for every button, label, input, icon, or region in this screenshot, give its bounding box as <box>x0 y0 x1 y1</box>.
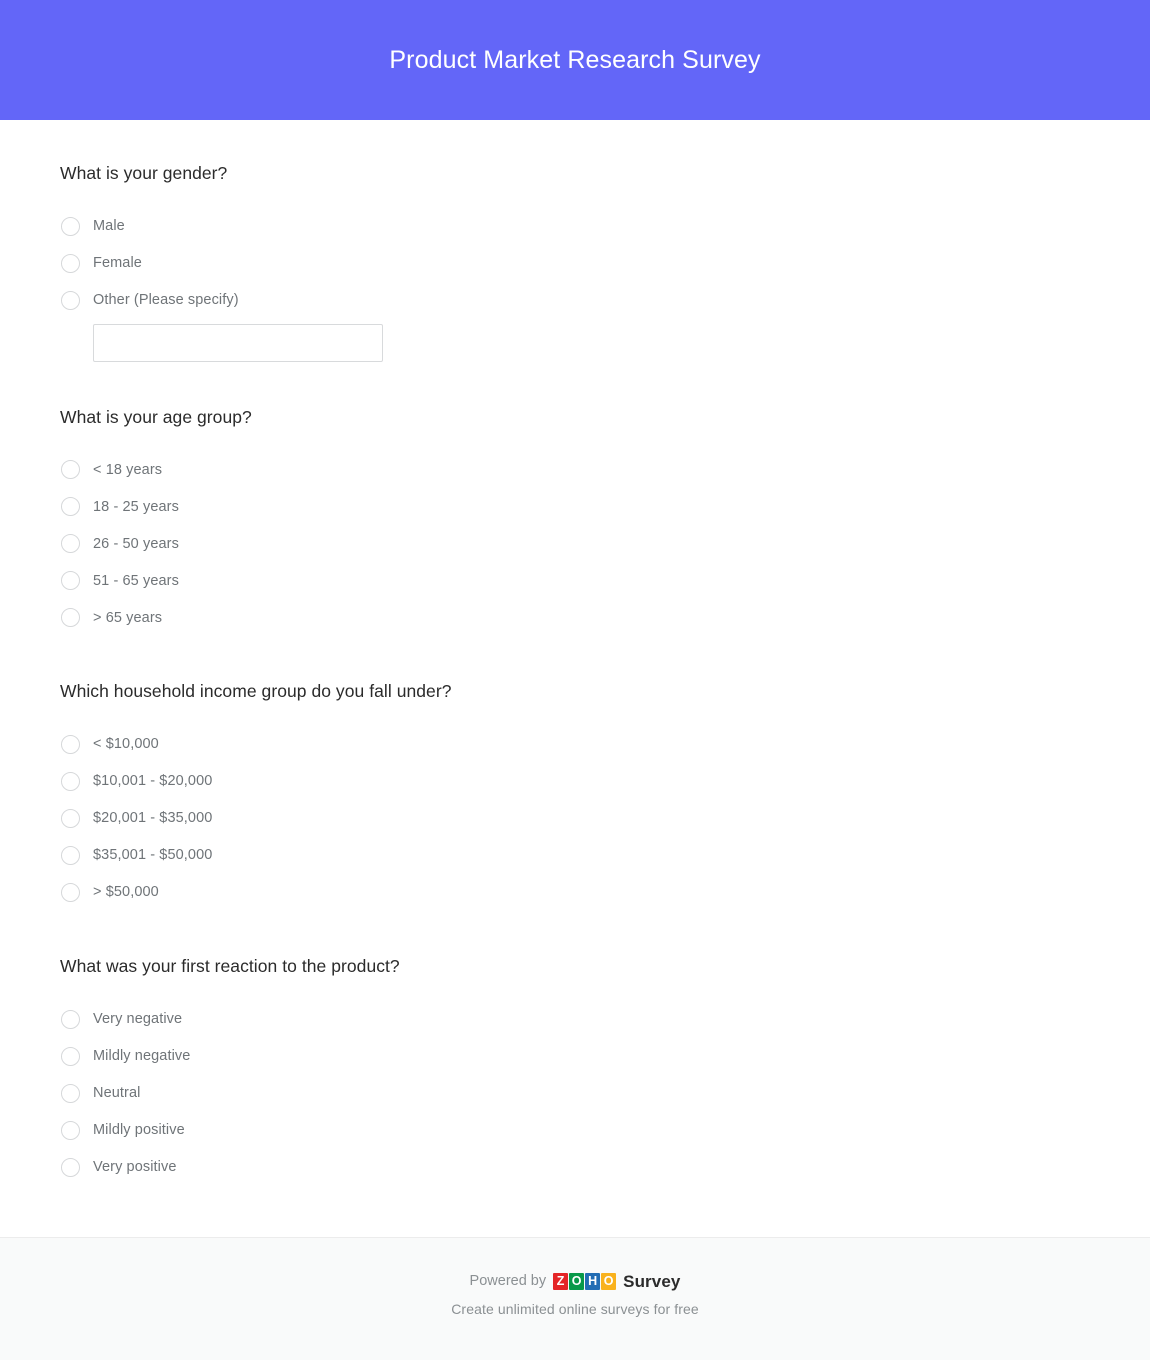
option-income-over-50k[interactable]: > $50,000 <box>60 874 1090 911</box>
option-gender-male[interactable]: Male <box>60 208 1090 245</box>
question-title: What is your gender? <box>60 163 228 183</box>
zoho-logo-tile-h: H <box>585 1273 601 1290</box>
radio-icon[interactable] <box>61 1009 80 1029</box>
option-label: < 18 years <box>93 461 163 478</box>
radio-icon[interactable] <box>61 608 80 628</box>
survey-footer: Powered by Z O H O Survey Create unlimit… <box>0 1237 1150 1360</box>
options-list-household-income: < $10,000 $10,001 - $20,000 $20,001 - $3… <box>60 726 1090 911</box>
option-income-20k-35k[interactable]: $20,001 - $35,000 <box>60 800 1090 837</box>
radio-icon[interactable] <box>61 882 80 902</box>
option-label: Mildly positive <box>93 1121 185 1138</box>
option-age-over-65[interactable]: > 65 years <box>60 599 1090 636</box>
option-label: Neutral <box>93 1084 141 1101</box>
zoho-logo-tile-z: Z <box>553 1273 569 1290</box>
powered-by-label: Powered by <box>469 1273 547 1290</box>
option-label: Mildly negative <box>93 1047 191 1064</box>
option-reaction-very-positive[interactable]: Very positive <box>60 1149 1090 1186</box>
option-reaction-very-negative[interactable]: Very negative <box>60 1001 1090 1038</box>
option-income-35k-50k[interactable]: $35,001 - $50,000 <box>60 837 1090 874</box>
question-title: What was your first reaction to the prod… <box>60 955 400 976</box>
footer-tagline: Create unlimited online surveys for free <box>451 1301 699 1317</box>
option-income-10k-20k[interactable]: $10,001 - $20,000 <box>60 763 1090 800</box>
option-age-under-18[interactable]: < 18 years <box>60 451 1090 488</box>
other-input-wrapper <box>60 323 1090 362</box>
radio-icon[interactable] <box>61 290 80 310</box>
option-label: 51 - 65 years <box>93 572 179 589</box>
survey-header: Product Market Research Survey <box>0 0 1150 120</box>
radio-icon[interactable] <box>61 808 80 828</box>
question-title: Which household income group do you fall… <box>60 681 452 702</box>
radio-icon[interactable] <box>61 534 80 554</box>
zoho-logo-tile-o2: O <box>601 1273 617 1290</box>
question-household-income: Which household income group do you fall… <box>60 680 1090 911</box>
option-reaction-mildly-positive[interactable]: Mildly positive <box>60 1112 1090 1149</box>
zoho-survey-wordmark: Survey <box>623 1272 681 1291</box>
survey-page: Product Market Research Survey What is y… <box>0 0 1150 1360</box>
radio-icon[interactable] <box>61 460 80 480</box>
option-label: Very positive <box>93 1158 177 1175</box>
option-label: Very negative <box>93 1010 183 1027</box>
option-label: Other (Please specify) <box>93 291 239 308</box>
option-income-under-10k[interactable]: < $10,000 <box>60 726 1090 763</box>
option-reaction-neutral[interactable]: Neutral <box>60 1075 1090 1112</box>
radio-icon[interactable] <box>61 845 80 865</box>
question-gender: What is your gender? Male Female Other (… <box>60 162 1090 362</box>
option-label: < $10,000 <box>93 736 159 753</box>
zoho-logo-tile-o1: O <box>569 1273 585 1290</box>
radio-icon[interactable] <box>61 216 80 236</box>
radio-icon[interactable] <box>61 253 80 273</box>
option-gender-other[interactable]: Other (Please specify) <box>60 282 1090 319</box>
option-label: $35,001 - $50,000 <box>93 847 213 864</box>
option-label: $10,001 - $20,000 <box>93 773 213 790</box>
option-label: > $50,000 <box>93 884 159 901</box>
radio-icon[interactable] <box>61 497 80 517</box>
radio-icon[interactable] <box>61 1120 80 1140</box>
zoho-logo-icon: Z O H O <box>553 1273 617 1290</box>
option-age-26-50[interactable]: 26 - 50 years <box>60 525 1090 562</box>
radio-icon[interactable] <box>61 1157 80 1177</box>
gender-other-input[interactable] <box>93 323 383 362</box>
radio-icon[interactable] <box>61 771 80 791</box>
option-label: $20,001 - $35,000 <box>93 810 213 827</box>
survey-body: What is your gender? Male Female Other (… <box>0 120 1150 1237</box>
option-label: Female <box>93 254 142 271</box>
question-first-reaction: What was your first reaction to the prod… <box>60 955 1090 1186</box>
options-list-first-reaction: Very negative Mildly negative Neutral Mi… <box>60 1001 1090 1186</box>
option-label: > 65 years <box>93 609 163 626</box>
option-gender-female[interactable]: Female <box>60 245 1090 282</box>
option-reaction-mildly-negative[interactable]: Mildly negative <box>60 1038 1090 1075</box>
page-title: Product Market Research Survey <box>389 45 761 74</box>
radio-icon[interactable] <box>61 734 80 754</box>
radio-icon[interactable] <box>61 571 80 591</box>
option-age-51-65[interactable]: 51 - 65 years <box>60 562 1090 599</box>
option-label: 18 - 25 years <box>93 498 179 515</box>
option-age-18-25[interactable]: 18 - 25 years <box>60 488 1090 525</box>
options-list-gender: Male Female Other (Please specify) <box>60 208 1090 362</box>
option-label: 26 - 50 years <box>93 535 179 552</box>
radio-icon[interactable] <box>61 1083 80 1103</box>
option-label: Male <box>93 217 125 234</box>
options-list-age-group: < 18 years 18 - 25 years 26 - 50 years 5… <box>60 451 1090 636</box>
question-age-group: What is your age group? < 18 years 18 - … <box>60 406 1090 637</box>
powered-by-row: Powered by Z O H O Survey <box>470 1273 681 1290</box>
radio-icon[interactable] <box>61 1046 80 1066</box>
question-title: What is your age group? <box>60 406 252 427</box>
